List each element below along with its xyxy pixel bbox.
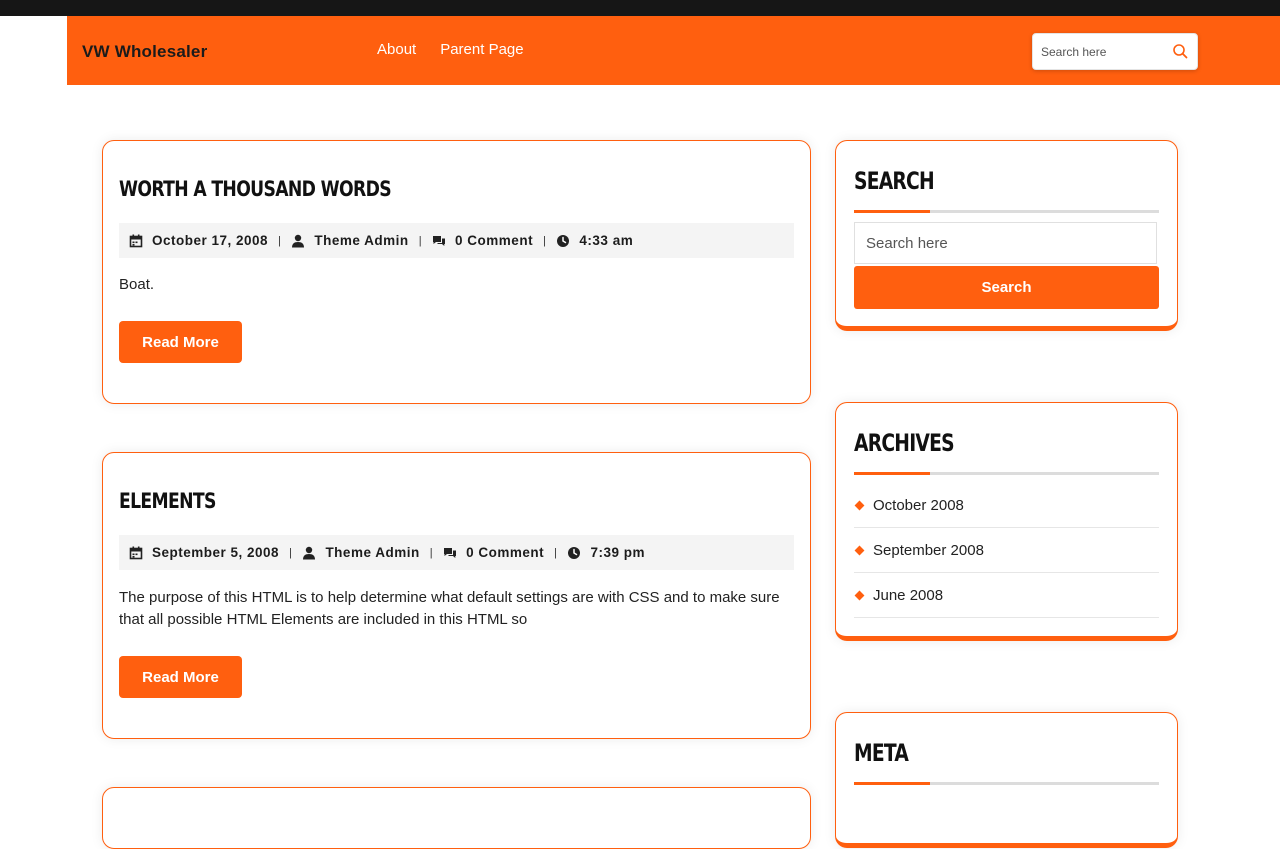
clock-icon [568, 546, 581, 559]
post-comments[interactable]: 0 Comment [455, 233, 533, 248]
sidebar-search-input[interactable] [854, 222, 1157, 264]
post-date[interactable]: October 17, 2008 [152, 233, 268, 248]
search-icon[interactable] [1172, 43, 1188, 59]
calendar-icon [129, 546, 143, 559]
calendar-icon [129, 234, 143, 247]
meta-separator: | [418, 234, 423, 247]
post-card: Worth A Thousand Words October 17, 2008 … [102, 140, 811, 404]
post-time: 4:33 am [579, 233, 634, 248]
read-more-button[interactable]: Read More [119, 321, 242, 363]
nav-item-parent-page[interactable]: Parent Page [440, 41, 523, 58]
header-search-input[interactable] [1039, 42, 1168, 62]
comments-icon [444, 547, 457, 558]
widget-title-underline [854, 472, 1159, 475]
site-header: VW Wholesaler About Parent Page [67, 16, 1280, 85]
post-excerpt: The purpose of this HTML is to help dete… [119, 589, 780, 628]
nav-item-about[interactable]: About [377, 41, 416, 58]
meta-widget: Meta [835, 712, 1178, 848]
user-icon [292, 234, 305, 247]
list-item: September 2008 [854, 528, 1159, 573]
sidebar-search-button[interactable]: Search [854, 266, 1159, 309]
widget-title: Archives [854, 429, 955, 457]
post-author[interactable]: Theme Admin [325, 545, 419, 560]
meta-separator: | [429, 546, 434, 559]
post-meta: September 5, 2008 | Theme Admin | 0 Comm… [119, 535, 794, 570]
widget-title: Search [854, 167, 935, 195]
archive-link[interactable]: June 2008 [873, 587, 943, 604]
meta-separator: | [543, 234, 547, 247]
archives-widget: Archives October 2008 September 2008 Jun… [835, 402, 1178, 641]
site-title[interactable]: VW Wholesaler [82, 42, 207, 62]
meta-separator: | [278, 234, 282, 247]
list-item: June 2008 [854, 573, 1159, 618]
post-time: 7:39 pm [590, 545, 645, 560]
archive-link[interactable]: September 2008 [873, 542, 984, 559]
archives-list: October 2008 September 2008 June 2008 [854, 483, 1159, 618]
widget-title-underline [854, 210, 1159, 213]
search-widget: Search Search [835, 140, 1178, 331]
diamond-bullet-icon [854, 545, 865, 555]
comments-icon [433, 235, 446, 246]
meta-separator: | [289, 546, 293, 559]
diamond-bullet-icon [854, 500, 865, 510]
top-strip [0, 0, 1280, 16]
post-comments[interactable]: 0 Comment [466, 545, 544, 560]
post-excerpt: Boat. [119, 276, 155, 293]
post-author[interactable]: Theme Admin [314, 233, 408, 248]
post-card: Elements September 5, 2008 | Theme Admin… [102, 452, 811, 739]
meta-separator: | [554, 546, 558, 559]
user-icon [303, 546, 316, 559]
clock-icon [557, 234, 570, 247]
post-meta: October 17, 2008 | Theme Admin | 0 Comme… [119, 223, 794, 258]
archive-link[interactable]: October 2008 [873, 497, 964, 514]
post-card [102, 787, 811, 849]
diamond-bullet-icon [854, 590, 865, 600]
widget-title-underline [854, 782, 1159, 785]
post-title[interactable]: Elements [119, 489, 216, 513]
main-nav: About Parent Page [377, 41, 548, 58]
post-date[interactable]: September 5, 2008 [152, 545, 279, 560]
header-search [1032, 33, 1198, 70]
widget-title: Meta [854, 739, 909, 767]
post-title[interactable]: Worth A Thousand Words [119, 177, 392, 201]
list-item: October 2008 [854, 483, 1159, 528]
read-more-button[interactable]: Read More [119, 656, 242, 698]
